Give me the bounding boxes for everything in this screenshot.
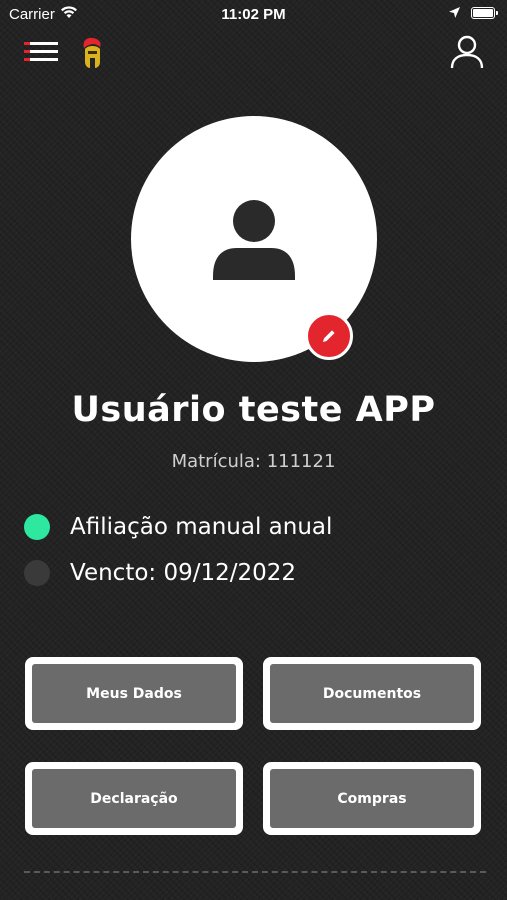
spartan-helmet-logo	[83, 37, 101, 68]
status-bar: Carrier 11:02 PM	[0, 0, 507, 30]
carrier-label: Carrier	[9, 6, 55, 23]
documentos-label: Documentos	[270, 664, 474, 723]
user-profile-icon[interactable]	[449, 34, 485, 70]
avatar-container	[131, 116, 377, 362]
compras-button[interactable]: Compras	[263, 762, 481, 835]
expiry-label: Vencto: 09/12/2022	[70, 560, 297, 586]
nav-bar	[0, 32, 507, 74]
divider	[24, 871, 486, 873]
status-right-icons	[448, 6, 498, 19]
expiry-indicator	[24, 560, 50, 586]
location-arrow-icon	[449, 7, 460, 18]
declaracao-label: Declaração	[32, 769, 236, 828]
meus-dados-label: Meus Dados	[32, 664, 236, 723]
plan-label: Afiliação manual anual	[70, 514, 333, 540]
plan-active-indicator	[24, 514, 50, 540]
compras-label: Compras	[270, 769, 474, 828]
wifi-icon	[60, 5, 78, 23]
meus-dados-button[interactable]: Meus Dados	[25, 657, 243, 730]
hamburger-menu-icon[interactable]	[24, 40, 58, 64]
declaracao-button[interactable]: Declaração	[25, 762, 243, 835]
matricula-label: Matrícula: 111121	[171, 451, 336, 472]
expiry-status-row: Vencto: 09/12/2022	[24, 560, 296, 586]
plan-status-row: Afiliação manual anual	[24, 514, 332, 540]
user-silhouette-icon	[213, 200, 295, 280]
battery-icon	[471, 6, 498, 19]
user-name: Usuário teste APP	[71, 390, 436, 430]
documentos-button[interactable]: Documentos	[263, 657, 481, 730]
pencil-icon	[323, 330, 335, 342]
edit-avatar-button[interactable]	[305, 312, 353, 360]
